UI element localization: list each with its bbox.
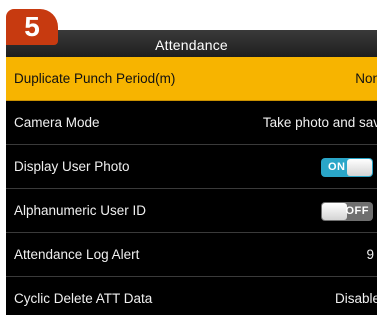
setting-label: Cyclic Delete ATT Data — [14, 291, 153, 306]
setting-label: Camera Mode — [14, 115, 100, 130]
toggle-knob — [347, 159, 372, 176]
setting-alphanumeric-user-id[interactable]: Alphanumeric User ID OFF — [6, 189, 377, 233]
setting-label: Display User Photo — [14, 159, 130, 174]
setting-label: Duplicate Punch Period(m) — [14, 71, 176, 86]
setting-camera-mode[interactable]: Camera Mode Take photo and sav — [6, 101, 377, 145]
toggle-knob — [322, 203, 347, 220]
toggle-state-label: ON — [328, 161, 346, 173]
setting-duplicate-punch-period[interactable]: Duplicate Punch Period(m) Non — [6, 57, 377, 101]
setting-value: 9 — [366, 247, 374, 262]
setting-display-user-photo[interactable]: Display User Photo ON — [6, 145, 377, 189]
setting-value: Non — [355, 71, 377, 86]
setting-attendance-log-alert[interactable]: Attendance Log Alert 9 — [6, 233, 377, 277]
display-user-photo-toggle[interactable]: ON — [321, 158, 373, 177]
toggle-state-label: OFF — [345, 205, 369, 217]
attendance-settings-screen: Attendance Duplicate Punch Period(m) Non… — [6, 30, 377, 315]
setting-value: Take photo and sav — [262, 115, 377, 130]
setting-value: Disable — [334, 291, 377, 306]
setting-cyclic-delete-att-data[interactable]: Cyclic Delete ATT Data Disable — [6, 277, 377, 315]
setting-label: Alphanumeric User ID — [14, 203, 147, 218]
setting-label: Attendance Log Alert — [14, 247, 140, 262]
step-number-badge: 5 — [6, 9, 58, 45]
alphanumeric-user-id-toggle[interactable]: OFF — [321, 202, 373, 221]
page-title: Attendance — [6, 30, 377, 57]
